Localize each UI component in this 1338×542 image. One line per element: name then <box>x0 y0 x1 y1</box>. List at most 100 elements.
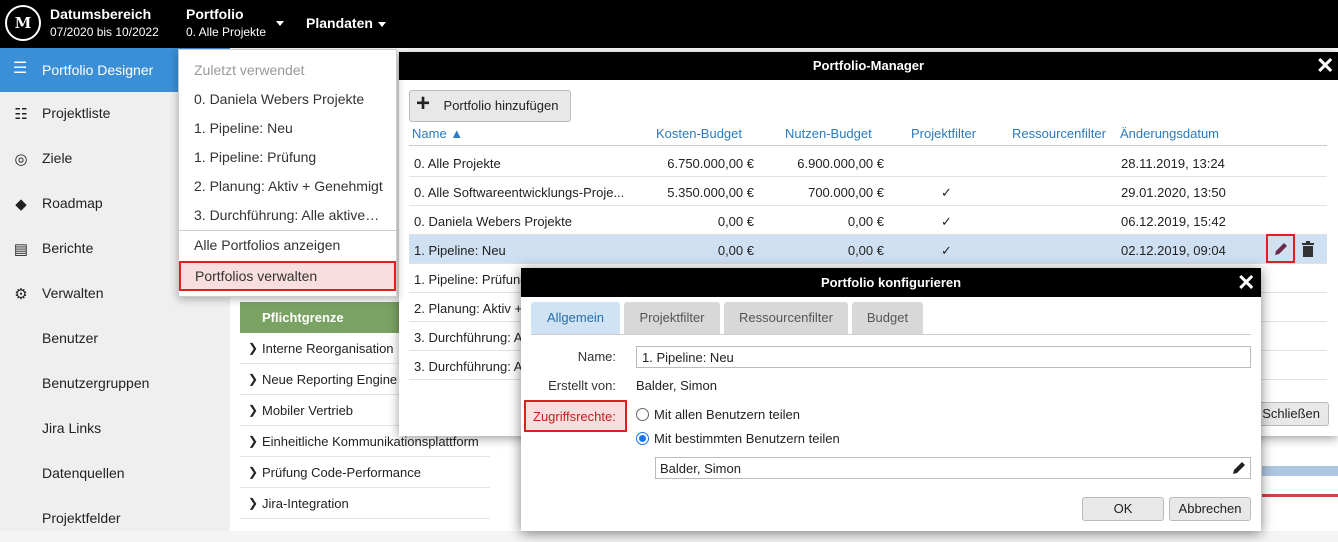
list-item[interactable]: ❯ Jira-Integration <box>240 488 490 519</box>
column-header-kosten[interactable]: Kosten-Budget <box>656 126 742 141</box>
created-by-value: Balder, Simon <box>636 378 717 393</box>
cell-name: 0. Alle Projekte <box>414 156 501 171</box>
cell-kosten: 6.750.000,00 € <box>667 156 754 171</box>
column-header-nutzen[interactable]: Nutzen-Budget <box>785 126 872 141</box>
cell-name: 1. Pipeline: Prüfung <box>414 272 528 287</box>
add-portfolio-button[interactable]: + Portfolio hinzufügen <box>409 90 571 122</box>
cell-kosten: 0,00 € <box>717 243 754 258</box>
manage-portfolios[interactable]: Portfolios verwalten <box>179 261 396 291</box>
column-header-name[interactable]: Name ▲ <box>412 126 463 141</box>
radio-share-all[interactable] <box>636 408 649 421</box>
portfolio-dropdown: Zuletzt verwendet 0. Daniela Webers Proj… <box>178 49 397 297</box>
sidebar-item-label: Berichte <box>42 240 94 256</box>
tab-ressourcenfilter[interactable]: Ressourcenfilter <box>724 302 848 334</box>
dropdown-item[interactable]: 0. Daniela Webers Projekte <box>179 85 396 114</box>
chevron-right-icon: ❯ <box>248 372 259 386</box>
target-icon: ◎ <box>14 151 28 168</box>
dropdown-section-recent: Zuletzt verwendet <box>194 62 305 78</box>
radio-share-specific[interactable] <box>636 432 649 445</box>
sidebar-item-benutzergruppen[interactable]: Benutzergruppen <box>0 362 230 407</box>
sidebar-item-datenquellen[interactable]: Datenquellen <box>0 452 230 497</box>
edit-button[interactable] <box>1266 234 1295 263</box>
created-by-label: Erstellt von: <box>548 378 616 393</box>
cell-name: 2. Planung: Aktiv + <box>414 301 523 316</box>
cell-nutzen: 0,00 € <box>847 214 884 229</box>
gear-icon: ⚙ <box>14 286 28 303</box>
chevron-right-icon: ❯ <box>248 496 259 510</box>
dropdown-item[interactable]: 2. Planung: Aktiv + Genehmigt <box>179 172 396 201</box>
tab-allgemein[interactable]: Allgemein <box>531 302 620 334</box>
dropdown-item[interactable]: 3. Durchführung: Alle aktiven Projekte <box>179 201 396 230</box>
column-header-ressourcenfilter[interactable]: Ressourcenfilter <box>1012 126 1106 141</box>
sidebar-item-label: Benutzer <box>42 330 99 346</box>
date-range-selector[interactable]: Datumsbereich 07/2020 bis 10/2022 <box>50 6 159 39</box>
portfolio-value: 0. Alle Projekte <box>186 25 267 39</box>
sidebar-item-label: Roadmap <box>42 195 103 211</box>
tab-projektfilter[interactable]: Projektfilter <box>624 302 720 334</box>
users-field[interactable]: Balder, Simon <box>655 457 1251 479</box>
show-all-portfolios[interactable]: Alle Portfolios anzeigen <box>179 231 396 260</box>
plandaten-chevron-down-icon <box>377 21 386 27</box>
cell-date: 06.12.2019, 15:42 <box>1121 214 1226 229</box>
cell-name: 1. Pipeline: Neu <box>414 243 506 258</box>
sidebar-item-label: Ziele <box>42 150 73 166</box>
pencil-icon <box>1275 243 1287 255</box>
plandaten-menu[interactable]: Plandaten <box>306 15 386 31</box>
cell-kosten: 0,00 € <box>717 214 754 229</box>
ok-button[interactable]: OK <box>1082 497 1164 521</box>
close-icon[interactable]: ✕ <box>1237 272 1255 294</box>
app-logo[interactable]: M <box>5 5 41 41</box>
close-button[interactable]: Schließen <box>1252 402 1329 426</box>
cell-date: 28.11.2019, 13:24 <box>1121 156 1225 171</box>
sidebar-item-jira-links[interactable]: Jira Links <box>0 407 230 452</box>
chevron-right-icon: ❯ <box>248 403 259 417</box>
add-portfolio-label: Portfolio hinzufügen <box>443 98 559 113</box>
cell-filter: ✓ <box>941 214 952 229</box>
close-icon[interactable]: ✕ <box>1316 55 1334 77</box>
portfolio-manager-title: Portfolio-Manager <box>399 52 1338 80</box>
cell-date: 02.12.2019, 09:04 <box>1121 243 1226 258</box>
table-row[interactable]: 0. Daniela Webers Projekte 0,00 € 0,00 €… <box>409 206 1327 235</box>
dropdown-item[interactable]: 1. Pipeline: Prüfung <box>179 143 396 172</box>
chevron-right-icon: ❯ <box>248 465 259 479</box>
menu-lines-icon: ☰ <box>13 60 28 77</box>
chevron-right-icon: ❯ <box>248 434 259 448</box>
table-row[interactable]: 0. Alle Softwareentwicklungs-Proje... 5.… <box>409 177 1327 206</box>
tab-budget[interactable]: Budget <box>852 302 923 334</box>
pencil-icon[interactable] <box>1231 460 1247 476</box>
dropdown-item[interactable]: 1. Pipeline: Neu <box>179 114 396 143</box>
cell-filter: ✓ <box>941 185 952 200</box>
trash-icon[interactable] <box>1301 241 1315 257</box>
cell-nutzen: 6.900.000,00 € <box>797 156 884 171</box>
cell-nutzen: 0,00 € <box>847 243 884 258</box>
header-divider <box>409 145 1327 146</box>
sidebar-item-label: Jira Links <box>42 420 102 436</box>
list-item[interactable]: ❯ Prüfung Code-Performance <box>240 457 490 488</box>
list-icon: ☷ <box>14 106 28 123</box>
report-icon: ▤ <box>13 241 29 258</box>
table-row-selected[interactable]: 1. Pipeline: Neu 0,00 € 0,00 € ✓ 02.12.2… <box>409 235 1327 264</box>
column-header-aenderungsdatum[interactable]: Änderungsdatum <box>1120 126 1219 141</box>
cell-name: 0. Daniela Webers Projekte <box>414 214 573 229</box>
table-row[interactable]: 0. Alle Projekte 6.750.000,00 € 6.900.00… <box>409 148 1327 177</box>
date-range-value: 07/2020 bis 10/2022 <box>50 25 159 39</box>
sidebar-item-label: Datenquellen <box>42 465 125 481</box>
roadmap-icon: ◆ <box>15 196 27 213</box>
cell-filter: ✓ <box>941 243 952 258</box>
date-range-title: Datumsbereich <box>50 6 152 22</box>
sidebar-item-projektfelder[interactable]: Projektfelder <box>0 497 230 542</box>
sidebar-item-label: Portfolio Designer <box>42 62 154 78</box>
portfolio-chevron-down-icon[interactable] <box>276 21 284 26</box>
users-value: Balder, Simon <box>660 461 741 476</box>
plus-icon: + <box>416 90 431 117</box>
sidebar-item-benutzer[interactable]: Benutzer <box>0 317 230 362</box>
share-specific-label: Mit bestimmten Benutzern teilen <box>654 431 840 446</box>
chevron-right-icon: ❯ <box>248 341 259 355</box>
name-field[interactable] <box>636 346 1251 368</box>
cancel-button[interactable]: Abbrechen <box>1169 497 1251 521</box>
tab-divider <box>531 334 1251 335</box>
sidebar-item-label: Projektfelder <box>42 510 121 526</box>
column-header-projektfilter[interactable]: Projektfilter <box>911 126 976 141</box>
portfolio-selector[interactable]: Portfolio 0. Alle Projekte <box>186 6 266 39</box>
timeline-bar <box>1262 466 1338 476</box>
